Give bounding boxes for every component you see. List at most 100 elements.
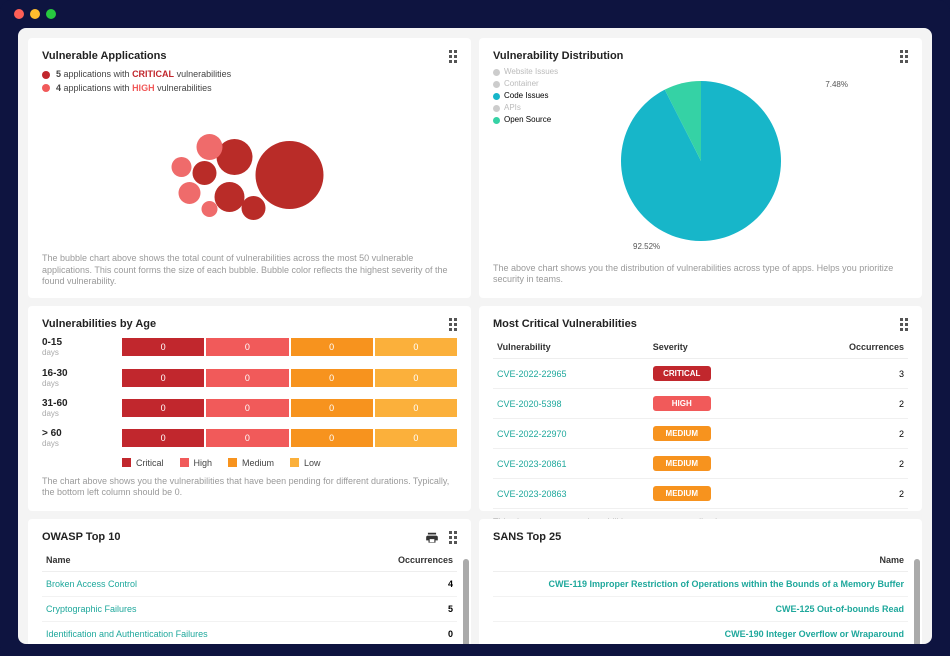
- card-title: Vulnerability Distribution: [493, 50, 908, 62]
- card-title: Vulnerable Applications: [42, 50, 457, 62]
- age-row-label: 31-60days: [42, 398, 112, 418]
- age-cell: 0: [291, 399, 373, 417]
- owasp-item-link[interactable]: Broken Access Control: [42, 572, 345, 597]
- scrollbar[interactable]: [463, 559, 469, 644]
- drag-handle-icon[interactable]: [449, 531, 457, 544]
- severity-badge: HIGH: [653, 396, 711, 411]
- age-cell: 0: [206, 369, 288, 387]
- column-header: Severity: [649, 336, 782, 359]
- column-header: Occurrences: [781, 336, 908, 359]
- age-row-label: 0-15days: [42, 337, 112, 357]
- occurrences-cell: 2: [781, 419, 908, 449]
- occurrences-cell: 2: [781, 449, 908, 479]
- age-cell: 0: [122, 338, 204, 356]
- age-row: 0000: [122, 369, 457, 387]
- age-cell: 0: [206, 429, 288, 447]
- bubble-chart: [42, 105, 457, 245]
- window-titlebar: [0, 0, 950, 28]
- age-cell: 0: [375, 369, 457, 387]
- pie-slice-label: 92.52%: [633, 242, 660, 251]
- severity-badge: CRITICAL: [653, 366, 711, 381]
- table-row: CVE-2023-20861 MEDIUM 2: [493, 449, 908, 479]
- occurrences-cell: 3: [781, 359, 908, 389]
- card-footer: The chart above shows you the vulnerabil…: [42, 476, 457, 499]
- table-row: CVE-2020-5398 HIGH 2: [493, 389, 908, 419]
- table-row: CVE-2022-22965 CRITICAL 3: [493, 359, 908, 389]
- age-cell: 0: [375, 399, 457, 417]
- legend-item: Medium: [228, 458, 274, 468]
- card-title: SANS Top 25: [493, 531, 908, 543]
- occurrences-cell: 4: [345, 572, 457, 597]
- pie-slice-label: 7.48%: [825, 80, 848, 89]
- pie-chart: 7.48% 92.52%: [493, 68, 908, 255]
- legend-item: Critical: [122, 458, 164, 468]
- drag-handle-icon[interactable]: [449, 50, 457, 63]
- table-row: Broken Access Control 4: [42, 572, 457, 597]
- vulnerability-link[interactable]: CVE-2023-20861: [497, 459, 567, 469]
- table-row: CWE-190 Integer Overflow or Wraparound: [493, 622, 908, 645]
- maximize-dot[interactable]: [46, 9, 56, 19]
- column-header: Occurrences: [345, 549, 457, 572]
- vulnerability-link[interactable]: CVE-2022-22965: [497, 369, 567, 379]
- card-vulnerabilities-by-age: Vulnerabilities by Age 0-15days000016-30…: [28, 306, 471, 511]
- card-title: OWASP Top 10: [42, 531, 457, 543]
- card-footer: The bubble chart above shows the total c…: [42, 253, 457, 288]
- table-row: CVE-2023-20863 MEDIUM 2: [493, 479, 908, 509]
- sans-item-link[interactable]: CWE-119 Improper Restriction of Operatio…: [493, 572, 908, 597]
- table-row: CVE-2022-22970 MEDIUM 2: [493, 419, 908, 449]
- column-header: Vulnerability: [493, 336, 649, 359]
- age-cell: 0: [291, 338, 373, 356]
- age-row-label: > 60days: [42, 428, 112, 448]
- age-cell: 0: [375, 429, 457, 447]
- vulnerability-link[interactable]: CVE-2020-5398: [497, 399, 562, 409]
- age-cell: 0: [122, 429, 204, 447]
- card-footer: The above chart shows you the distributi…: [493, 263, 908, 286]
- owasp-item-link[interactable]: Identification and Authentication Failur…: [42, 622, 345, 645]
- drag-handle-icon[interactable]: [900, 50, 908, 63]
- print-icon[interactable]: [425, 531, 439, 545]
- occurrences-cell: 2: [781, 479, 908, 509]
- card-most-critical-vulnerabilities: Most Critical Vulnerabilities Vulnerabil…: [479, 306, 922, 511]
- vulnerability-link[interactable]: CVE-2023-20863: [497, 489, 567, 499]
- age-row: 0000: [122, 338, 457, 356]
- card-vulnerability-distribution: Vulnerability Distribution Website Issue…: [479, 38, 922, 298]
- drag-handle-icon[interactable]: [449, 318, 457, 331]
- close-dot[interactable]: [14, 9, 24, 19]
- minimize-dot[interactable]: [30, 9, 40, 19]
- age-legend: Critical High Medium Low: [122, 458, 457, 468]
- sans-item-link[interactable]: CWE-190 Integer Overflow or Wraparound: [493, 622, 908, 645]
- summary-line: 5 applications with CRITICAL vulnerabili…: [42, 68, 457, 82]
- table-row: Identification and Authentication Failur…: [42, 622, 457, 645]
- card-vulnerable-applications: Vulnerable Applications 5 applications w…: [28, 38, 471, 298]
- age-cell: 0: [291, 369, 373, 387]
- age-cell: 0: [122, 369, 204, 387]
- table-row: CWE-119 Improper Restriction of Operatio…: [493, 572, 908, 597]
- sans-item-link[interactable]: CWE-125 Out-of-bounds Read: [493, 597, 908, 622]
- table-row: CWE-125 Out-of-bounds Read: [493, 597, 908, 622]
- owasp-item-link[interactable]: Cryptographic Failures: [42, 597, 345, 622]
- occurrences-cell: 0: [345, 622, 457, 645]
- occurrences-cell: 2: [781, 389, 908, 419]
- summary-line: 4 applications with HIGH vulnerabilities: [42, 82, 457, 96]
- severity-badge: MEDIUM: [653, 486, 711, 501]
- column-header: Name: [42, 549, 345, 572]
- drag-handle-icon[interactable]: [900, 318, 908, 331]
- age-row: 0000: [122, 429, 457, 447]
- column-header: Name: [493, 549, 908, 572]
- legend-item: Low: [290, 458, 321, 468]
- age-row: 0000: [122, 399, 457, 417]
- age-cell: 0: [206, 399, 288, 417]
- occurrences-cell: 5: [345, 597, 457, 622]
- table-row: Cryptographic Failures 5: [42, 597, 457, 622]
- age-cell: 0: [375, 338, 457, 356]
- age-row-label: 16-30days: [42, 368, 112, 388]
- vulnerability-link[interactable]: CVE-2022-22970: [497, 429, 567, 439]
- age-cell: 0: [291, 429, 373, 447]
- legend-item: High: [180, 458, 213, 468]
- card-title: Most Critical Vulnerabilities: [493, 318, 908, 330]
- severity-badge: MEDIUM: [653, 426, 711, 441]
- card-title: Vulnerabilities by Age: [42, 318, 457, 330]
- age-cell: 0: [206, 338, 288, 356]
- severity-badge: MEDIUM: [653, 456, 711, 471]
- scrollbar[interactable]: [914, 559, 920, 644]
